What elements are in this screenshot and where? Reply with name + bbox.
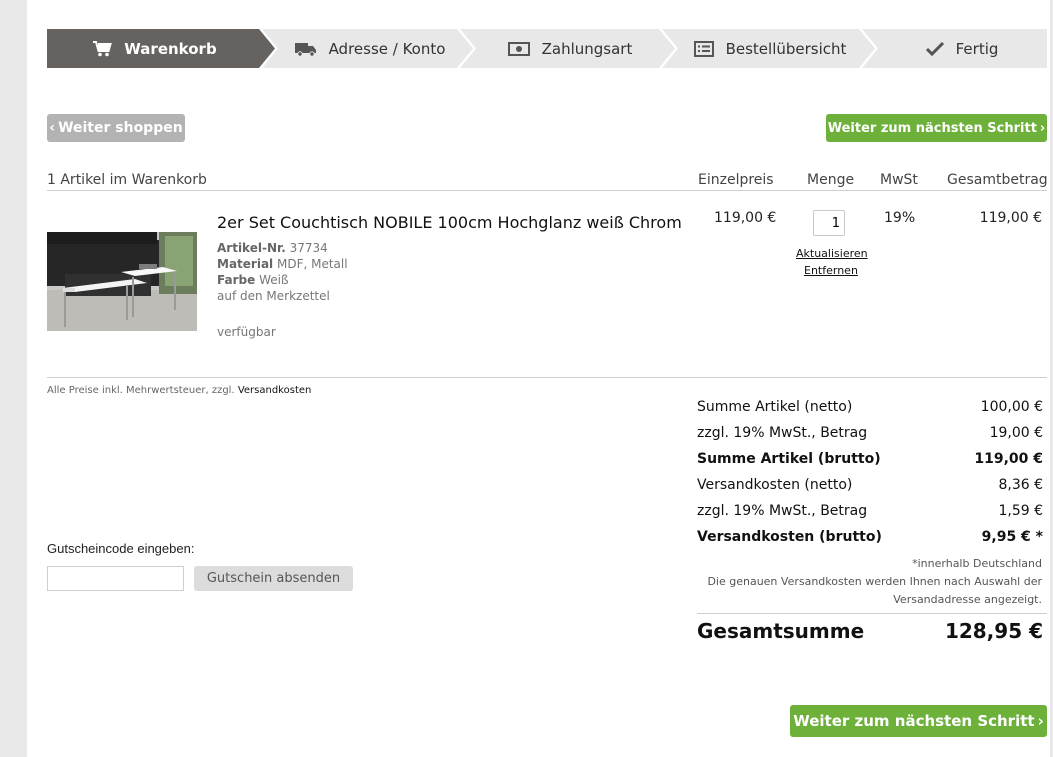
truck-icon [294,41,317,57]
checkout-stepper: Warenkorb Adresse / Konto Zahlungsart Be… [47,29,1047,68]
check-icon [925,41,944,56]
product-material: Material MDF, Metall [217,257,348,271]
shipping-costs-link[interactable]: Versandkosten [238,385,312,396]
summary-row: zzgl. 19% MwSt., Betrag 1,59 € [697,503,1043,519]
col-unit-price: Einzelpreis [698,172,774,188]
step-label: Zahlungsart [541,39,633,58]
chevron-right-icon: › [1039,120,1046,136]
item-total: 119,00 € [979,210,1042,226]
col-total: Gesamtbetrag [947,172,1048,188]
step-label: Warenkorb [124,39,217,58]
quantity-input[interactable] [813,210,845,236]
shipping-note: *innerhalb Deutschland [912,557,1042,570]
chevron-right-icon: › [1037,712,1044,730]
step-label: Adresse / Konto [328,39,446,58]
voucher-label: Gutscheincode eingeben: [47,541,195,556]
item-vat: 19% [884,210,916,226]
page-left-margin [0,0,27,757]
item-divider [47,377,1047,378]
step-label: Fertig [955,39,999,58]
step-overview[interactable]: Bestellübersicht [675,29,865,68]
continue-shopping-button[interactable]: ‹ Weiter shoppen [47,114,185,142]
voucher-input[interactable] [47,566,184,591]
next-step-button-top[interactable]: Weiter zum nächsten Schritt › [826,114,1047,142]
summary-row: Versandkosten (brutto) 9,95 € * [697,529,1043,545]
step-address[interactable]: Adresse / Konto [275,29,465,68]
summary-divider [697,613,1047,614]
cart-icon [92,40,113,57]
item-unit-price: 119,00 € [714,210,777,226]
product-image[interactable] [47,232,197,331]
product-title[interactable]: 2er Set Couchtisch NOBILE 100cm Hochglan… [217,213,682,232]
step-cart[interactable]: Warenkorb [47,29,262,68]
price-note: Alle Preise inkl. Mehrwertsteuer, zzgl. … [47,385,312,396]
summary-row: zzgl. 19% MwSt., Betrag 19,00 € [697,425,1043,441]
voucher-submit-button[interactable]: Gutschein absenden [194,566,353,591]
chevron-left-icon: ‹ [49,120,56,136]
update-quantity-link[interactable]: Aktualisieren [796,247,868,260]
remove-item-link[interactable]: Entfernen [804,264,858,277]
summary-row: Versandkosten (netto) 8,36 € [697,477,1043,493]
summary-row: Summe Artikel (brutto) 119,00 € [697,451,1043,467]
grand-total: Gesamtsumme 128,95 € [697,619,1043,643]
availability-status: verfügbar [217,325,276,339]
add-to-wishlist-link[interactable]: auf den Merkzettel [217,289,330,303]
col-vat: MwSt [880,172,918,188]
header-divider [47,190,1047,191]
step-payment[interactable]: Zahlungsart [475,29,665,68]
summary-row: Summe Artikel (netto) 100,00 € [697,399,1043,415]
step-label: Bestellübersicht [725,39,847,58]
product-sku: Artikel-Nr. 37734 [217,241,328,255]
col-quantity: Menge [807,172,855,188]
shipping-note: Die genauen Versandkosten werden Ihnen n… [707,575,1042,588]
list-icon [693,40,714,57]
cart-item-count: 1 Artikel im Warenkorb [47,172,207,188]
product-color: Farbe Weiß [217,273,289,287]
next-step-button-bottom[interactable]: Weiter zum nächsten Schritt › [790,705,1047,737]
shipping-note: Versandadresse angezeigt. [893,593,1042,606]
step-done[interactable]: Fertig [877,29,1047,68]
money-icon [507,41,530,56]
